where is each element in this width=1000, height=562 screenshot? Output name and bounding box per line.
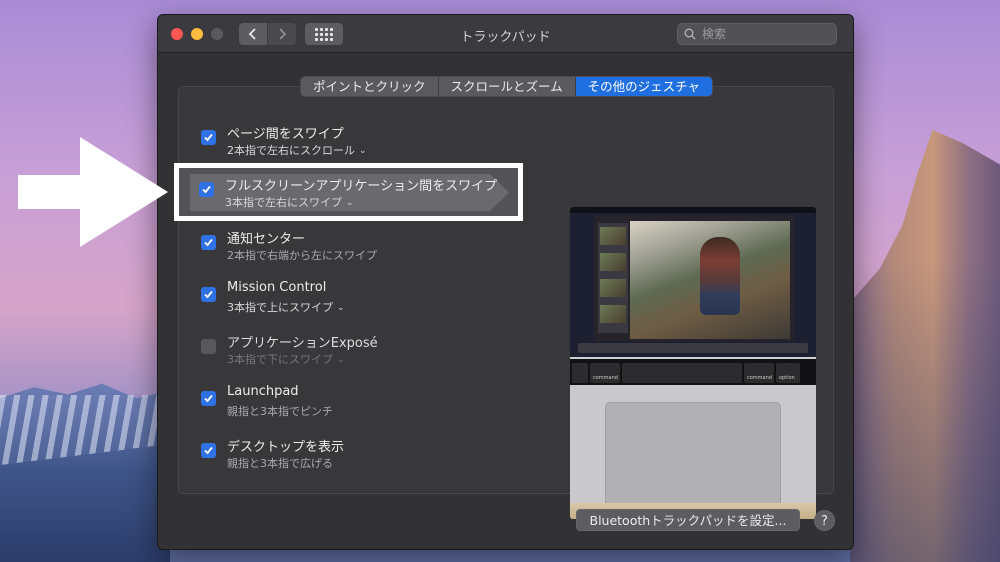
search-icon: [684, 28, 696, 40]
gesture-show-desktop: デスクトップを表示 親指と3本指で広げる: [201, 436, 521, 476]
chevron-down-icon: ⌄: [337, 355, 345, 365]
search-field[interactable]: 検索: [677, 23, 837, 45]
gesture-description: 親指と3本指で広げる: [227, 457, 333, 470]
gesture-launchpad: Launchpad 親指と3本指でピンチ: [201, 384, 521, 424]
gesture-swipe-between-pages: ページ間をスワイプ 2本指で左右にスクロール ⌄: [201, 123, 521, 163]
gesture-title: アプリケーションExposé: [227, 336, 378, 351]
tab-scroll-and-zoom[interactable]: スクロールとズーム: [438, 77, 576, 96]
help-button[interactable]: ?: [814, 510, 835, 531]
checkmark-icon: [204, 290, 213, 299]
highlight-frame: フルスクリーンアプリケーション間をスワイプ 3本指で左右にスワイプ ⌄: [174, 163, 523, 221]
setup-bluetooth-trackpad-button[interactable]: Bluetoothトラックパッドを設定...: [576, 509, 800, 531]
checkmark-icon: [204, 394, 213, 403]
preview-dock: [578, 343, 808, 353]
checkbox-app-expose[interactable]: [201, 339, 216, 354]
gesture-option-dropdown[interactable]: 3本指で左右にスワイプ ⌄: [225, 194, 354, 210]
tab-bar: ポイントとクリック スクロールとズーム その他のジェスチャ: [300, 76, 714, 97]
gesture-option-dropdown[interactable]: 3本指で下にスワイプ ⌄: [227, 351, 345, 367]
gesture-title: フルスクリーンアプリケーション間をスワイプ: [225, 179, 498, 194]
annotation-arrow-icon: [18, 137, 168, 247]
gesture-mission-control: Mission Control 3本指で上にスワイプ ⌄: [201, 280, 521, 320]
gesture-swipe-fullscreen-apps: フルスクリーンアプリケーション間をスワイプ 3本指で左右にスワイプ ⌄: [199, 175, 519, 215]
tab-point-and-click[interactable]: ポイントとクリック: [301, 77, 439, 96]
gesture-preview-image: command command option: [570, 207, 816, 519]
gesture-title: 通知センター: [227, 232, 306, 247]
checkmark-icon: [204, 238, 213, 247]
tab-more-gestures[interactable]: その他のジェスチャ: [575, 77, 713, 96]
chevron-down-icon: ⌄: [337, 303, 345, 313]
checkbox-show-desktop[interactable]: [201, 443, 216, 458]
checkmark-icon: [204, 446, 213, 455]
gesture-option-dropdown[interactable]: 2本指で左右にスクロール ⌄: [227, 142, 367, 158]
gesture-option-dropdown[interactable]: 3本指で上にスワイプ ⌄: [227, 299, 345, 315]
gesture-app-expose: アプリケーションExposé 3本指で下にスワイプ ⌄: [201, 332, 521, 372]
checkmark-icon: [202, 185, 211, 194]
gesture-title: ページ間をスワイプ: [227, 127, 344, 142]
gestures-panel: ページ間をスワイプ 2本指で左右にスクロール ⌄ 通知センター 2本指で右端から左…: [178, 86, 834, 519]
checkbox-swipe-fullscreen-apps[interactable]: [199, 182, 214, 197]
checkbox-notification-center[interactable]: [201, 235, 216, 250]
checkmark-icon: [204, 133, 213, 142]
checkbox-launchpad[interactable]: [201, 391, 216, 406]
preview-trackpad: [605, 402, 781, 506]
chevron-down-icon: ⌄: [359, 146, 367, 156]
gesture-notification-center: 通知センター 2本指で右端から左にスワイプ: [201, 228, 521, 268]
chevron-down-icon: ⌄: [346, 198, 354, 208]
trackpad-preferences-window: トラックパッド 検索 ポイントとクリック スクロールとズーム その他のジェスチャ…: [157, 14, 854, 550]
gesture-title: Launchpad: [227, 384, 299, 399]
gesture-description: 2本指で右端から左にスワイプ: [227, 249, 377, 262]
checkbox-mission-control[interactable]: [201, 287, 216, 302]
desktop-cliff-shade: [850, 260, 1000, 562]
gesture-title: Mission Control: [227, 280, 327, 295]
gesture-description: 親指と3本指でピンチ: [227, 405, 333, 418]
title-bar: トラックパッド 検索: [158, 15, 853, 53]
search-placeholder: 検索: [702, 27, 727, 41]
checkbox-swipe-between-pages[interactable]: [201, 130, 216, 145]
gesture-title: デスクトップを表示: [227, 440, 345, 455]
preview-keyboard: command command option: [570, 359, 816, 385]
